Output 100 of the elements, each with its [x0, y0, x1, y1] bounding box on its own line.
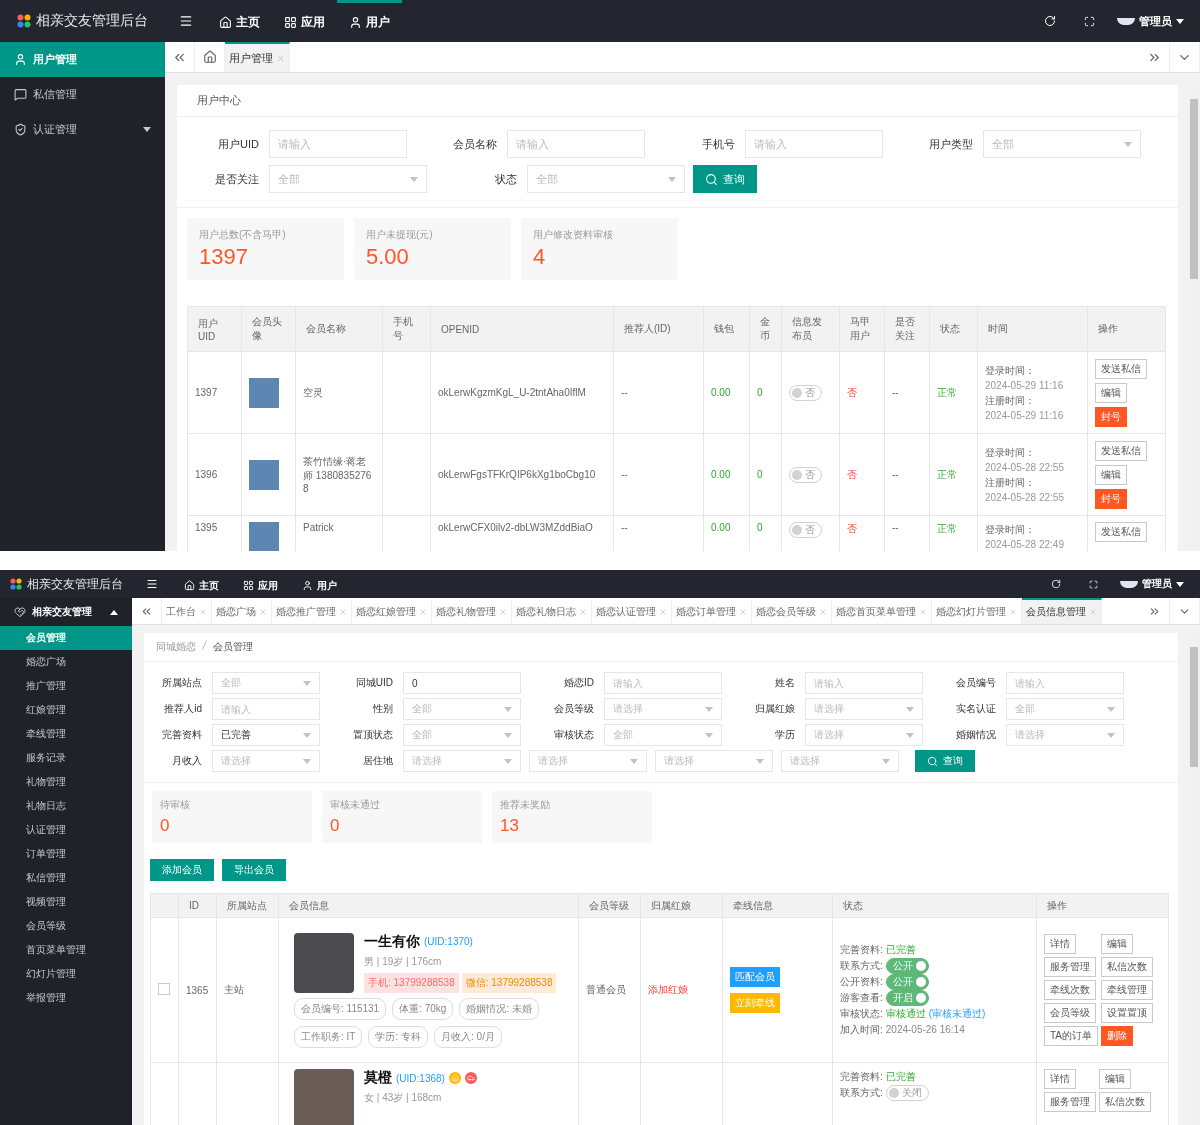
sidebar-item[interactable]: 举报管理: [0, 986, 132, 1010]
sidebar-item[interactable]: 会员等级: [0, 914, 132, 938]
sidebar-item[interactable]: 红娘管理: [0, 698, 132, 722]
sidebar-item[interactable]: 用户管理: [0, 42, 165, 77]
tab[interactable]: 婚恋会员等级: [752, 598, 832, 624]
logo-icon: [9, 578, 22, 590]
sidebar-item[interactable]: 首页菜单管理: [0, 938, 132, 962]
close-icon[interactable]: [276, 53, 285, 63]
action-button[interactable]: 服务管理: [1044, 1092, 1096, 1112]
close-icon[interactable]: [259, 608, 267, 616]
action-button[interactable]: 添加会员: [150, 859, 214, 881]
input-field[interactable]: 请输入: [1006, 672, 1124, 694]
table-cell: 否: [839, 351, 885, 434]
input-field[interactable]: 请输入: [507, 130, 645, 158]
action-button[interactable]: 导出会员: [222, 859, 286, 881]
sidebar-item[interactable]: 私信管理: [0, 77, 165, 112]
admin-menu[interactable]: 管理员: [1109, 0, 1200, 42]
close-icon[interactable]: [919, 608, 927, 616]
nav-item[interactable]: 应用: [231, 570, 290, 598]
action-button[interactable]: 编辑: [1095, 382, 1127, 403]
tab[interactable]: 婚恋广场: [212, 598, 272, 624]
close-icon[interactable]: [659, 608, 667, 616]
stat-value: 4: [533, 244, 547, 270]
action-button[interactable]: 发送私信: [1095, 440, 1147, 461]
input-field[interactable]: 0: [403, 672, 521, 694]
input-field[interactable]: 请输入: [212, 698, 320, 720]
close-icon[interactable]: [1009, 608, 1017, 616]
action-button[interactable]: 详情: [1044, 934, 1076, 954]
action-button[interactable]: 编辑: [1095, 464, 1127, 485]
action-button[interactable]: 牵线次数: [1044, 980, 1096, 1000]
sidebar-item[interactable]: 婚恋广场: [0, 650, 132, 674]
sidebar-item[interactable]: 会员管理: [0, 626, 132, 650]
sidebar-item[interactable]: 幻灯片管理: [0, 962, 132, 986]
input-field[interactable]: 请输入: [805, 672, 923, 694]
checkbox[interactable]: [158, 983, 170, 995]
tab[interactable]: 用户管理: [225, 42, 290, 72]
tab[interactable]: 婚恋推广管理: [272, 598, 352, 624]
close-icon[interactable]: [499, 608, 507, 616]
action-button[interactable]: 编辑: [1099, 1069, 1131, 1089]
action-button[interactable]: 牵线管理: [1101, 980, 1154, 1000]
sidebar-item[interactable]: 礼物日志: [0, 794, 132, 818]
search-button[interactable]: 查询: [915, 750, 975, 772]
status-label: 审核状态:: [840, 1007, 883, 1021]
action-button[interactable]: 私信次数: [1099, 1092, 1151, 1112]
sidebar-item[interactable]: 认证管理: [0, 112, 165, 147]
breadcrumb-item[interactable]: 会员管理: [213, 640, 253, 654]
field-label: 姓名: [774, 676, 796, 690]
grid-icon: [243, 580, 254, 591]
caret-icon: [1107, 732, 1115, 738]
admin-menu[interactable]: 管理员: [1112, 570, 1200, 598]
sidebar-item[interactable]: 订单管理: [0, 842, 132, 866]
action-button[interactable]: 设置置顶: [1101, 1003, 1154, 1023]
input-field[interactable]: 请输入: [604, 672, 722, 694]
close-icon[interactable]: [419, 608, 427, 616]
nav-item[interactable]: 主页: [207, 0, 272, 42]
sidebar-item[interactable]: 认证管理: [0, 818, 132, 842]
sidebar-group[interactable]: 相亲交友管理: [0, 598, 132, 626]
tab[interactable]: 婚恋认证管理: [592, 598, 672, 624]
input-field[interactable]: 请输入: [745, 130, 883, 158]
table-cell: 否: [839, 433, 885, 516]
logo-icon: [17, 14, 31, 28]
caret-icon: [705, 732, 713, 738]
home-icon: [184, 580, 195, 591]
action-button[interactable]: 私信次数: [1101, 957, 1154, 977]
action-button[interactable]: 详情: [1044, 1069, 1076, 1089]
tab[interactable]: 婚恋红娘管理: [352, 598, 432, 624]
close-icon[interactable]: [199, 608, 207, 616]
sidebar-item[interactable]: 视频管理: [0, 890, 132, 914]
input-field[interactable]: 请输入: [269, 130, 407, 158]
tab[interactable]: 会员信息管理: [1022, 598, 1102, 624]
close-icon[interactable]: [339, 608, 347, 616]
action-button[interactable]: 发送私信: [1095, 358, 1147, 379]
tab[interactable]: 婚恋首页菜单管理: [832, 598, 932, 624]
tab[interactable]: 工作台: [162, 598, 212, 624]
select-dropdown[interactable]: 已完善: [212, 724, 320, 746]
nav-item[interactable]: 主页: [172, 570, 231, 598]
action-button[interactable]: 编辑: [1101, 934, 1134, 954]
sidebar-item[interactable]: 推广管理: [0, 674, 132, 698]
tab[interactable]: 婚恋幻灯片管理: [932, 598, 1022, 624]
close-icon[interactable]: [739, 608, 747, 616]
caret-icon: [882, 758, 890, 764]
tab[interactable]: 婚恋礼物管理: [432, 598, 512, 624]
sidebar-item[interactable]: 礼物管理: [0, 770, 132, 794]
action-button[interactable]: 发送私信: [1095, 522, 1147, 542]
sidebar-item[interactable]: 服务记录: [0, 746, 132, 770]
action-button[interactable]: 服务管理: [1044, 957, 1096, 977]
stat-value: 1397: [199, 244, 249, 270]
sidebar-item[interactable]: 私信管理: [0, 866, 132, 890]
sidebar-item[interactable]: 牵线管理: [0, 722, 132, 746]
action-button[interactable]: 会员等级: [1044, 1003, 1096, 1023]
search-button[interactable]: 查询: [693, 165, 757, 193]
close-icon[interactable]: [579, 608, 587, 616]
field-label: 是否关注: [214, 171, 260, 187]
action-button[interactable]: TA的订单: [1044, 1026, 1099, 1046]
close-icon[interactable]: [819, 608, 827, 616]
nav-item[interactable]: 应用: [272, 0, 337, 42]
close-icon[interactable]: [1089, 608, 1097, 616]
nav-item[interactable]: 用户: [290, 570, 349, 598]
tab[interactable]: 婚恋订单管理: [672, 598, 752, 624]
tab[interactable]: 婚恋礼物日志: [512, 598, 592, 624]
